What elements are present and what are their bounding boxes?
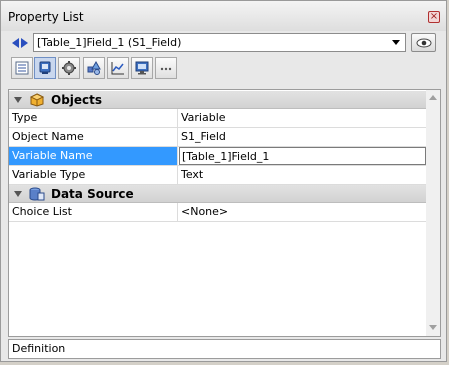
section-data-source[interactable]: Data Source [9, 185, 426, 203]
title-bar[interactable]: Property List × [1, 1, 446, 31]
graph-theme-icon [111, 62, 124, 75]
property-grid: Objects Type Variable Object Name S1_Fie… [8, 89, 441, 337]
property-row-type[interactable]: Type Variable [9, 109, 426, 128]
previous-object-icon[interactable] [12, 38, 19, 48]
next-object-icon[interactable] [21, 38, 28, 48]
list-theme-icon [15, 61, 29, 75]
property-value[interactable]: S1_Field [179, 128, 426, 146]
cube-icon [29, 93, 45, 107]
display-theme-icon [39, 61, 51, 74]
property-row-choice-list[interactable]: Choice List <None> [9, 203, 426, 222]
settings-theme-icon [62, 61, 76, 75]
property-name: Variable Name [9, 147, 178, 165]
section-objects[interactable]: Objects [9, 91, 426, 109]
database-icon [29, 187, 45, 201]
more-theme-button[interactable] [155, 57, 177, 79]
property-name: Object Name [9, 128, 178, 146]
property-row-object-name[interactable]: Object Name S1_Field [9, 128, 426, 147]
more-theme-icon [160, 67, 172, 71]
vertical-scrollbar[interactable] [426, 90, 440, 336]
monitor-theme-button[interactable] [131, 57, 153, 79]
prev-next-arrows-icon[interactable] [12, 37, 30, 49]
property-row-variable-name[interactable]: Variable Name [Table_1]Field_1 [9, 147, 426, 166]
property-value[interactable]: Variable [179, 109, 426, 127]
scroll-down-icon[interactable] [429, 325, 437, 330]
eye-button[interactable] [411, 33, 436, 52]
settings-theme-button[interactable] [58, 57, 80, 79]
shapes-theme-icon [87, 61, 101, 75]
scroll-up-icon[interactable] [429, 95, 437, 100]
shapes-theme-button[interactable] [83, 57, 105, 79]
window-title: Property List [8, 10, 84, 24]
property-name: Variable Type [9, 166, 178, 184]
object-dropdown-value: [Table_1]Field_1 (S1_Field) [37, 36, 182, 49]
close-icon[interactable]: × [428, 11, 440, 23]
display-theme-button[interactable] [34, 57, 56, 79]
monitor-theme-icon [135, 61, 149, 75]
property-value[interactable]: Text [179, 166, 426, 184]
property-name: Choice List [9, 203, 178, 221]
object-dropdown[interactable]: [Table_1]Field_1 (S1_Field) [33, 33, 406, 52]
graph-theme-button[interactable] [107, 57, 129, 79]
property-row-variable-type[interactable]: Variable Type Text [9, 166, 426, 185]
definition-label: Definition [12, 342, 66, 355]
section-label: Data Source [51, 187, 134, 201]
section-label: Objects [51, 93, 103, 107]
collapse-triangle-icon[interactable] [14, 191, 22, 197]
list-theme-button[interactable] [11, 57, 33, 79]
property-name: Type [9, 109, 178, 127]
definition-panel: Definition [8, 339, 441, 359]
collapse-triangle-icon[interactable] [14, 97, 22, 103]
theme-toolbar [1, 57, 446, 83]
object-selector-row: [Table_1]Field_1 (S1_Field) [1, 31, 446, 55]
variable-name-field[interactable]: [Table_1]Field_1 [179, 147, 426, 165]
eye-icon [416, 38, 432, 48]
chevron-down-icon [392, 40, 400, 45]
property-list-window: Property List × [Table_1]Field_1 (S1_Fie… [0, 0, 447, 362]
property-value[interactable]: <None> [179, 203, 426, 221]
